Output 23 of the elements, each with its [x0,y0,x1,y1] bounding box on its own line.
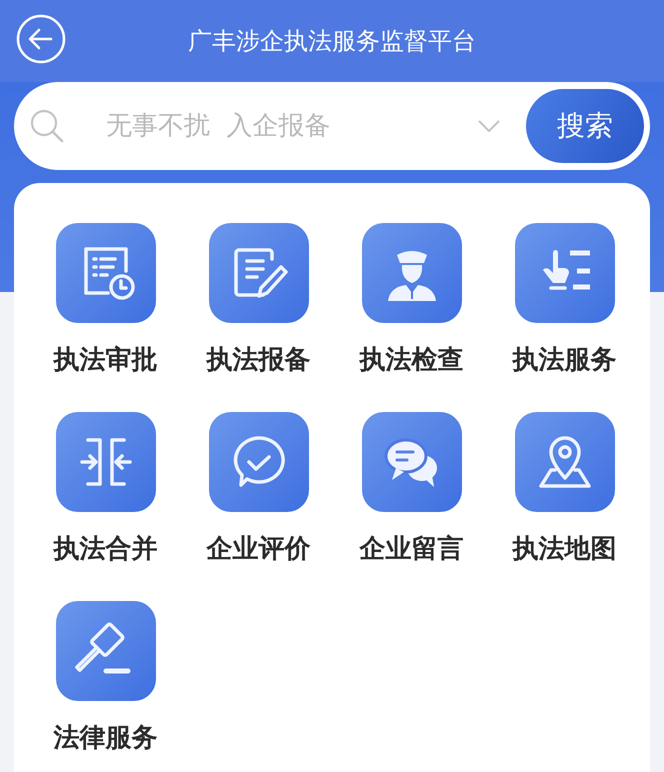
service-button[interactable]: 执法合并 [29,412,182,566]
service-button[interactable]: 执法服务 [488,223,641,376]
back-button[interactable] [16,14,66,64]
gavel-icon [56,601,156,702]
map-pin-icon [514,412,614,512]
search-field[interactable]: 无事不扰 入企报备 搜索 [14,82,650,170]
chat-bubbles-icon [362,412,462,512]
service-button[interactable]: 企业留言 [335,412,488,566]
merge-arrows-icon [56,412,156,512]
service-button[interactable]: 执法报备 [182,223,335,376]
chat-check-icon [208,412,308,512]
search-icon [30,109,64,143]
service-button[interactable]: 执法检查 [335,223,488,376]
service-button[interactable]: 企业评价 [182,412,335,566]
officer-icon [362,223,462,323]
page-title: 广丰涉企执法服务监督平台 [187,26,477,57]
service-button[interactable]: 执法审批 [29,223,182,376]
service-button[interactable]: 法律服务 [29,601,182,755]
clock-document-icon [56,223,156,323]
document-pencil-icon [208,223,308,323]
search-button[interactable]: 搜索 [526,89,644,163]
service-button[interactable]: 执法地图 [488,412,641,566]
pointing-hand-list-icon [514,223,614,323]
